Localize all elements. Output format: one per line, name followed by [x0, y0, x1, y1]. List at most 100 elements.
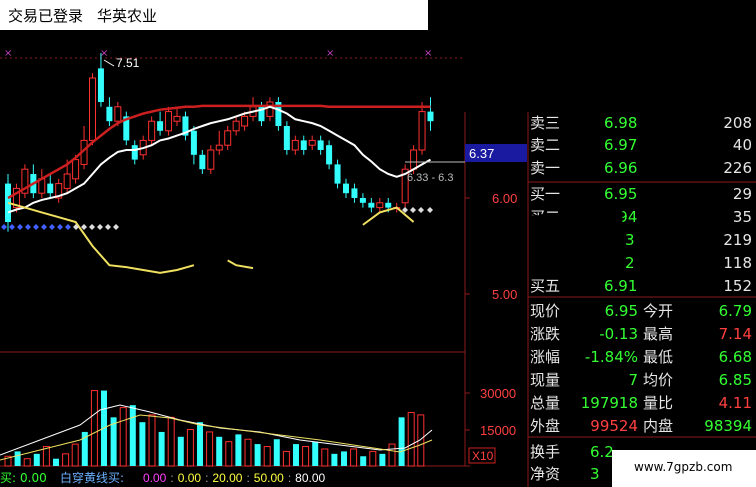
current-volume-value: 7 [628, 371, 638, 389]
volume-bar [321, 448, 329, 467]
sell3-volume: 208 [723, 114, 752, 132]
buy1-label: 买一 [530, 185, 561, 203]
buy5-price: 6.91 [604, 277, 638, 295]
volume-bar [177, 436, 184, 466]
candle-body [131, 145, 138, 160]
sell2-price: 6.97 [604, 136, 638, 154]
volume-bar [341, 451, 347, 466]
volume-bar [225, 441, 233, 467]
stock-name: 华英农业 [97, 7, 158, 25]
candle-body [283, 126, 290, 150]
buy5-volume: 152 [723, 277, 752, 295]
turnover-label: 换手 [530, 443, 561, 461]
avg-price-label: 均价 [643, 371, 674, 389]
volume-bar [407, 411, 415, 467]
indicator-values: 0.00:0.00:20.00:50.00:80.00 [143, 471, 326, 485]
candle-body [173, 115, 181, 122]
indicator-name: 白穿黄线买: [60, 470, 124, 485]
cursor-price-label: 6.37 [469, 146, 494, 161]
sell1-volume: 226 [723, 159, 752, 177]
signal-diamond [81, 224, 87, 230]
candle-body [343, 183, 349, 194]
buy5-label: 买五 [530, 277, 561, 295]
indicator-value-5: 80.00 [295, 471, 325, 485]
signal-diamond [418, 207, 424, 213]
buy3-volume: 219 [723, 231, 752, 249]
candlesticks [5, 53, 434, 232]
net-assets-label: 净资 [530, 465, 561, 483]
top-cross-markers: × × × × [4, 48, 432, 59]
signal-diamond [57, 224, 63, 230]
candle-body [148, 120, 156, 141]
signal-diamond [105, 224, 111, 230]
buy1-volume: 29 [732, 185, 752, 203]
sell2-volume: 40 [732, 136, 752, 154]
pct-change-label: 涨幅 [530, 348, 561, 366]
signal-diamond [427, 207, 433, 213]
ma-yellow-line [227, 259, 254, 270]
volume-ratio-value: 4.11 [718, 394, 752, 412]
candle-body [368, 202, 375, 208]
volume-bar [282, 450, 290, 467]
candle-body [232, 120, 240, 132]
volume-bar [206, 431, 214, 467]
volume-ratio-label: 量比 [643, 394, 674, 412]
volume-bar [186, 429, 194, 467]
current-price-value: 6.95 [604, 302, 638, 320]
price-axis-label-500: 5.00 [492, 287, 517, 302]
volume-bar [263, 446, 271, 467]
title-bar: 交易已登录 华英农业 [0, 0, 428, 30]
candle-body [334, 164, 341, 184]
candle-body [317, 140, 324, 150]
volume-bar [379, 453, 386, 466]
signal-diamond [113, 224, 119, 230]
volume-bar [302, 446, 310, 467]
volume-bar [129, 405, 136, 466]
candle-body [418, 111, 426, 151]
signal-diamond [9, 224, 15, 230]
volume-bars [0, 390, 433, 467]
ma-yellow-line [7, 201, 195, 274]
cursor-price-box[interactable]: 6.37 [465, 144, 527, 162]
sell2-label: 卖二 [530, 136, 561, 154]
candle-body [359, 198, 366, 203]
volume-bar [293, 444, 299, 466]
sell1-price: 6.96 [604, 159, 638, 177]
high-annotation-label: 7.51 [116, 56, 140, 70]
candle-body [190, 130, 197, 155]
candle-body [266, 101, 274, 117]
buy3-price: 3 [625, 231, 635, 249]
signal-diamond [49, 224, 55, 230]
indicator-value-2: 0.00 [178, 471, 202, 485]
volume-bar [167, 416, 175, 467]
volume-bar [62, 453, 70, 467]
indicator-left-value: 0.00 [20, 471, 47, 485]
signal-diamond [25, 224, 31, 230]
buy2-price: 6.94 [604, 208, 638, 226]
volume-bar [53, 458, 59, 466]
candle-body [376, 202, 384, 209]
high-annotation-pointer [103, 59, 115, 67]
candle-body [326, 145, 333, 165]
candle-body [410, 149, 418, 170]
indicator-value-4: 50.00 [254, 471, 284, 485]
volume-bar [148, 414, 156, 467]
candle-body [385, 202, 392, 208]
volume-bar [312, 441, 319, 466]
outer-volume-value: 99524 [590, 417, 638, 435]
signal-diamond [17, 224, 23, 230]
signal-diamond [65, 224, 71, 230]
signal-diamond [41, 224, 47, 230]
candle-body [300, 140, 307, 150]
candle-body [207, 149, 215, 170]
inner-volume-value: 98394 [704, 417, 752, 435]
range-label: 6.33 - 6.3 [407, 172, 453, 184]
candle-body [165, 111, 173, 132]
cross-marker: × [424, 48, 432, 59]
volume-bar [254, 444, 261, 466]
volume-bar [33, 453, 40, 466]
sell3-price: 6.98 [604, 114, 638, 132]
volume-bar [71, 443, 79, 467]
pct-change-value: -1.84% [584, 348, 638, 366]
volume-bar [235, 434, 242, 466]
